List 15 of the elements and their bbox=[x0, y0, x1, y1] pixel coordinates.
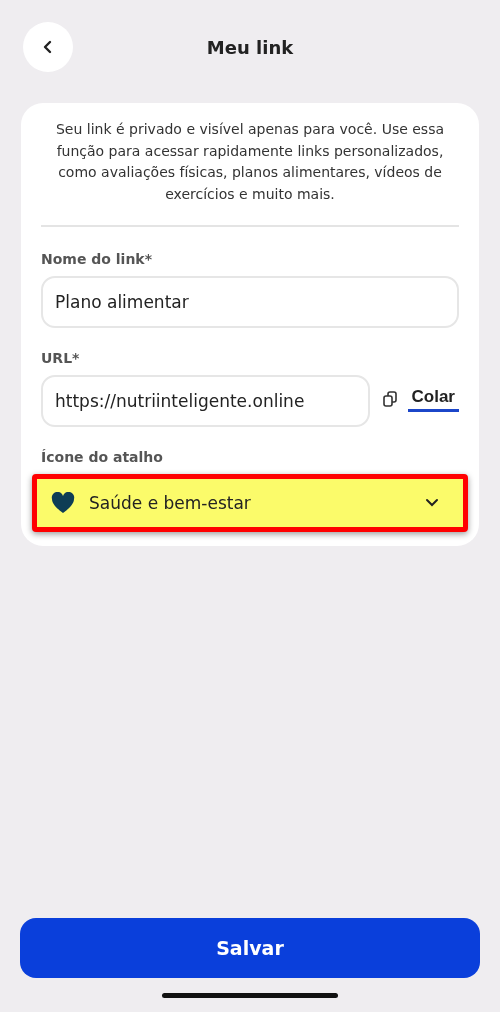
paste-button[interactable]: Colar bbox=[381, 386, 459, 416]
page-title: Meu link bbox=[206, 36, 294, 58]
description-text: Seu link é privado e visível apenas para você. Use essa função para acessar rapidamente links personalizados, como avaliações físicas, planos alimentares, vídeos de exercícios e muito mais. bbox=[55, 120, 445, 204]
chevron-down-icon bbox=[425, 498, 439, 508]
back-button[interactable] bbox=[23, 22, 73, 72]
field-label: Ícone do atalho bbox=[41, 449, 164, 465]
save-button[interactable]: Salvar bbox=[20, 918, 480, 978]
field-label: Nome do link* bbox=[41, 251, 153, 267]
icon-dropdown[interactable]: Saúde e bem-estar bbox=[32, 474, 468, 532]
heart-icon bbox=[51, 492, 75, 514]
input-field[interactable]: Plano alimentar bbox=[41, 276, 459, 328]
copy-icon bbox=[381, 391, 398, 407]
input-field[interactable]: https://nutriinteligente.online bbox=[41, 375, 370, 427]
chevron-left-icon bbox=[42, 40, 54, 54]
field-label: URL* bbox=[41, 350, 81, 366]
